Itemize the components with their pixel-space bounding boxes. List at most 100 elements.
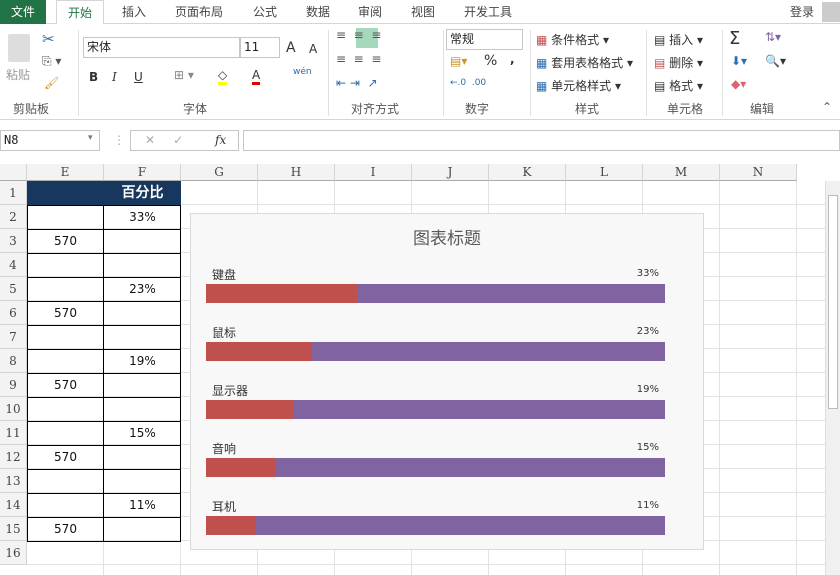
- tab-view[interactable]: 视图: [401, 0, 445, 24]
- category-label: 键盘: [212, 268, 237, 282]
- cancel-icon[interactable]: ✕: [145, 133, 173, 147]
- insert-function-button[interactable]: fx: [215, 133, 226, 147]
- cell-E12[interactable]: 570: [27, 445, 104, 469]
- cell-F2[interactable]: 33%: [104, 205, 181, 229]
- chart[interactable]: 图表标题 键盘 33% 鼠标 23% 显示器 19% 音响 15% 耳机 11%: [190, 213, 704, 550]
- cell-F5[interactable]: 23%: [104, 277, 181, 301]
- tab-insert[interactable]: 插入: [112, 0, 156, 24]
- cell-E6[interactable]: 570: [27, 301, 104, 325]
- border-icon[interactable]: ⊞ ▾: [174, 68, 194, 82]
- percent-button[interactable]: %: [484, 53, 497, 69]
- tab-formulas[interactable]: 公式: [243, 0, 287, 24]
- row-header-14[interactable]: 14: [0, 493, 27, 517]
- fill-color-icon[interactable]: ◇: [218, 68, 228, 85]
- cell-F11[interactable]: 15%: [104, 421, 181, 445]
- select-all-corner[interactable]: [0, 164, 27, 181]
- column-header-G[interactable]: G: [181, 164, 258, 181]
- font-color-icon[interactable]: A: [252, 68, 261, 85]
- decimal-icons[interactable]: ←.0 .00: [450, 78, 486, 88]
- bar-value[interactable]: [206, 516, 257, 535]
- currency-icon[interactable]: ▤▾: [450, 54, 467, 68]
- autosum-icon[interactable]: Σ: [729, 28, 740, 49]
- tab-page-layout[interactable]: 页面布局: [168, 0, 230, 24]
- row-header-12[interactable]: 12: [0, 445, 27, 469]
- row-header-13[interactable]: 13: [0, 469, 27, 493]
- bar-value[interactable]: [206, 458, 275, 477]
- column-header-F[interactable]: F: [104, 164, 181, 181]
- align-icons[interactable]: ≡ ≡ ≡: [336, 28, 381, 42]
- tab-data[interactable]: 数据: [296, 0, 340, 24]
- delete-cells-button[interactable]: 删除: [669, 56, 693, 70]
- comma-button[interactable]: ,: [510, 52, 515, 66]
- number-format-select[interactable]: 常规: [446, 29, 523, 50]
- italic-button[interactable]: I: [112, 70, 117, 84]
- bar-value[interactable]: [206, 342, 312, 361]
- grow-font-icon[interactable]: A: [286, 40, 296, 56]
- row-header-9[interactable]: 9: [0, 373, 27, 397]
- row-header-6[interactable]: 6: [0, 301, 27, 325]
- format-cells-button[interactable]: 格式: [669, 79, 693, 93]
- bar-value[interactable]: [206, 284, 358, 303]
- vertical-scrollbar[interactable]: [825, 181, 840, 575]
- row-header-15[interactable]: 15: [0, 517, 27, 541]
- avatar[interactable]: [822, 2, 840, 22]
- phonetic-icon[interactable]: wén: [293, 67, 312, 77]
- format-painter-icon[interactable]: 🖌: [44, 76, 59, 90]
- bar-value[interactable]: [206, 400, 294, 419]
- horizontal-align-icons[interactable]: ≡ ≡ ≡: [336, 52, 381, 66]
- formula-input[interactable]: [243, 130, 840, 151]
- font-name-select[interactable]: 宋体: [83, 37, 240, 58]
- row-header-16[interactable]: 16: [0, 541, 27, 565]
- font-size-select[interactable]: 11: [240, 37, 280, 58]
- clear-icon[interactable]: ◆▾: [731, 77, 746, 91]
- column-header-N[interactable]: N: [720, 164, 797, 181]
- row-header-1[interactable]: 1: [0, 181, 27, 205]
- cut-icon[interactable]: ✂: [42, 30, 55, 48]
- tab-home[interactable]: 开始: [56, 0, 104, 25]
- cell-E9[interactable]: 570: [27, 373, 104, 397]
- row-header-8[interactable]: 8: [0, 349, 27, 373]
- row-header-5[interactable]: 5: [0, 277, 27, 301]
- copy-icon[interactable]: ⎘ ▾: [42, 54, 61, 69]
- row-header-2[interactable]: 2: [0, 205, 27, 229]
- row-header-10[interactable]: 10: [0, 397, 27, 421]
- paste-icon[interactable]: [8, 34, 30, 62]
- indent-icons[interactable]: ⇤ ⇥ ↗: [336, 76, 378, 90]
- column-header-K[interactable]: K: [489, 164, 566, 181]
- cell-style-button[interactable]: 单元格样式: [551, 79, 611, 93]
- paste-button[interactable]: 粘贴: [6, 66, 30, 83]
- cell-F1[interactable]: 百分比: [104, 181, 181, 205]
- conditional-format-button[interactable]: 条件格式: [551, 33, 599, 47]
- row-header-3[interactable]: 3: [0, 229, 27, 253]
- row-header-11[interactable]: 11: [0, 421, 27, 445]
- cell-F8[interactable]: 19%: [104, 349, 181, 373]
- bar-total[interactable]: [206, 516, 665, 535]
- column-header-J[interactable]: J: [412, 164, 489, 181]
- column-header-L[interactable]: L: [566, 164, 643, 181]
- column-header-E[interactable]: E: [27, 164, 104, 181]
- tab-file[interactable]: 文件: [0, 0, 46, 24]
- enter-icon[interactable]: ✓: [173, 133, 201, 147]
- bar-total[interactable]: [206, 458, 665, 477]
- column-header-H[interactable]: H: [258, 164, 335, 181]
- bold-button[interactable]: B: [89, 70, 98, 84]
- row-header-4[interactable]: 4: [0, 253, 27, 277]
- insert-cells-button[interactable]: 插入: [669, 33, 693, 47]
- collapse-ribbon-icon[interactable]: ⌃: [822, 100, 832, 114]
- cell-E3[interactable]: 570: [27, 229, 104, 253]
- tab-review[interactable]: 审阅: [348, 0, 392, 24]
- cell-F14[interactable]: 11%: [104, 493, 181, 517]
- column-header-M[interactable]: M: [643, 164, 720, 181]
- shrink-font-icon[interactable]: A: [309, 42, 317, 56]
- underline-button[interactable]: U: [134, 70, 143, 84]
- table-format-button[interactable]: 套用表格格式: [551, 56, 623, 70]
- login-link[interactable]: 登录: [784, 0, 820, 24]
- row-header-7[interactable]: 7: [0, 325, 27, 349]
- cell-E15[interactable]: 570: [27, 517, 104, 541]
- name-box[interactable]: N8: [0, 130, 100, 151]
- column-header-I[interactable]: I: [335, 164, 412, 181]
- find-icon[interactable]: 🔍▾: [765, 54, 786, 68]
- sort-filter-icon[interactable]: ⇅▾: [765, 30, 781, 44]
- fill-icon[interactable]: ⬇▾: [731, 54, 747, 68]
- tab-developer[interactable]: 开发工具: [458, 0, 518, 24]
